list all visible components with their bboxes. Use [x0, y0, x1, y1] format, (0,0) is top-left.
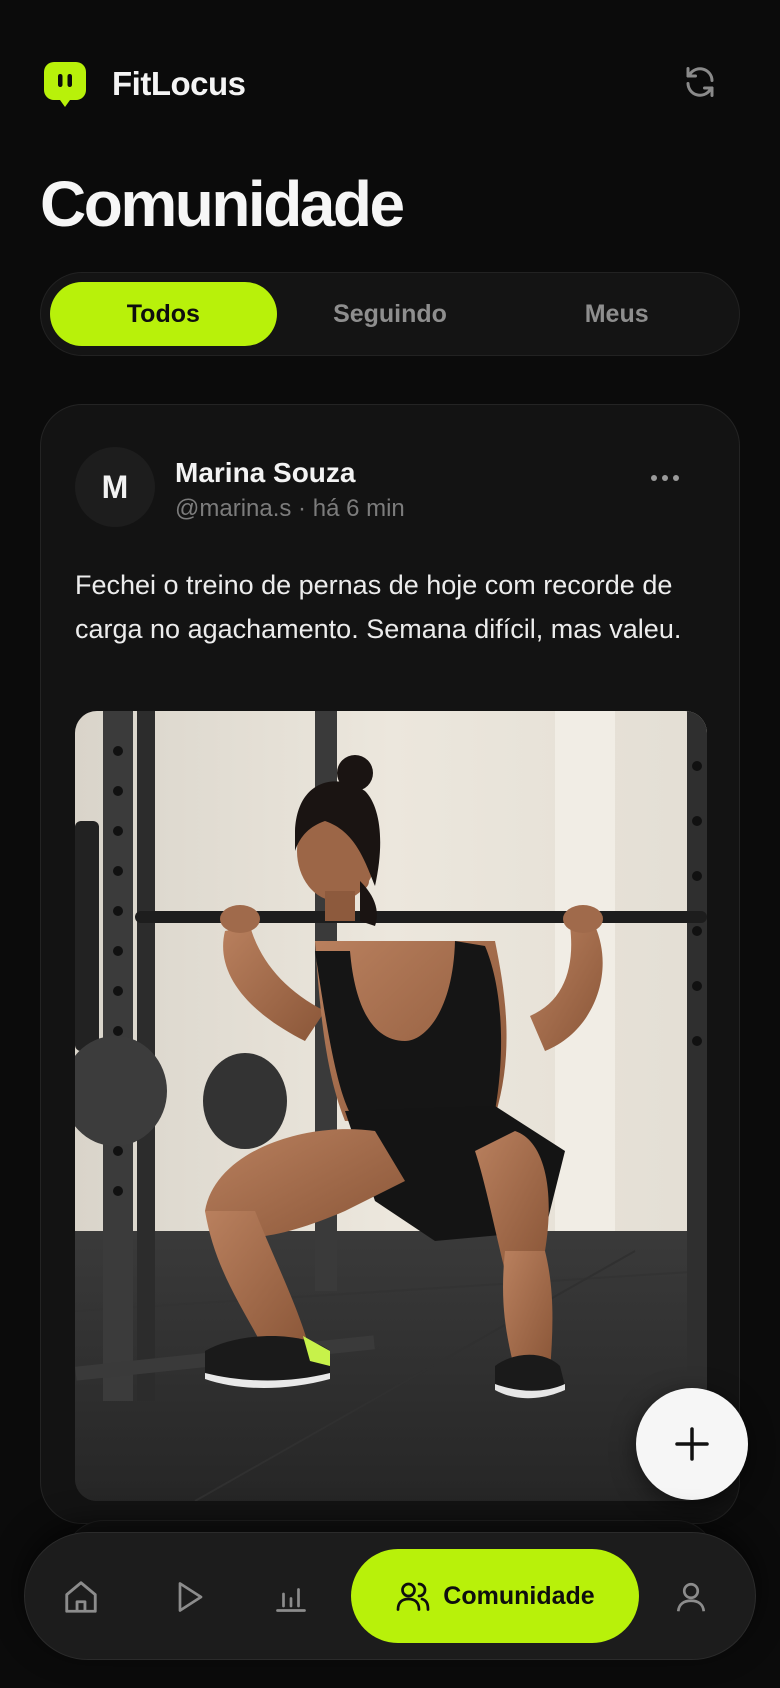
bottom-navigation: Comunidade — [24, 1532, 756, 1660]
nav-home-icon[interactable] — [55, 1571, 107, 1623]
post-text: Fechei o treino de pernas de hoje com re… — [75, 570, 682, 644]
post-card: M Marina Souza @marina.s · há 6 min Fech… — [40, 404, 740, 1524]
app-brand-name: FitLocus — [112, 65, 246, 102]
tab-meus[interactable]: Meus — [503, 282, 730, 346]
refresh-icon[interactable] — [680, 62, 720, 102]
page-title: Comunidade — [40, 168, 405, 240]
create-post-button[interactable] — [636, 1388, 748, 1500]
users-icon — [396, 1582, 430, 1611]
app-header: FitLocus — [44, 58, 720, 110]
avatar[interactable]: M — [75, 447, 155, 527]
plus-icon — [675, 1427, 709, 1461]
nav-play-icon[interactable] — [163, 1571, 215, 1623]
nav-profile-icon[interactable] — [665, 1571, 717, 1623]
nav-comunidade-button[interactable]: Comunidade — [351, 1549, 639, 1643]
fitlocus-logo-icon — [44, 60, 86, 108]
post-meta: @marina.s · há 6 min — [175, 495, 405, 522]
feed-filter-tabs: Todos Seguindo Meus — [40, 272, 740, 356]
tab-todos[interactable]: Todos — [50, 282, 277, 346]
post-author-name[interactable]: Marina Souza — [175, 457, 355, 489]
more-options-icon[interactable] — [651, 475, 679, 481]
nav-comunidade-label: Comunidade — [443, 1581, 595, 1610]
nav-stats-icon[interactable] — [265, 1571, 317, 1623]
tab-seguindo[interactable]: Seguindo — [277, 282, 504, 346]
post-image[interactable] — [75, 711, 707, 1501]
